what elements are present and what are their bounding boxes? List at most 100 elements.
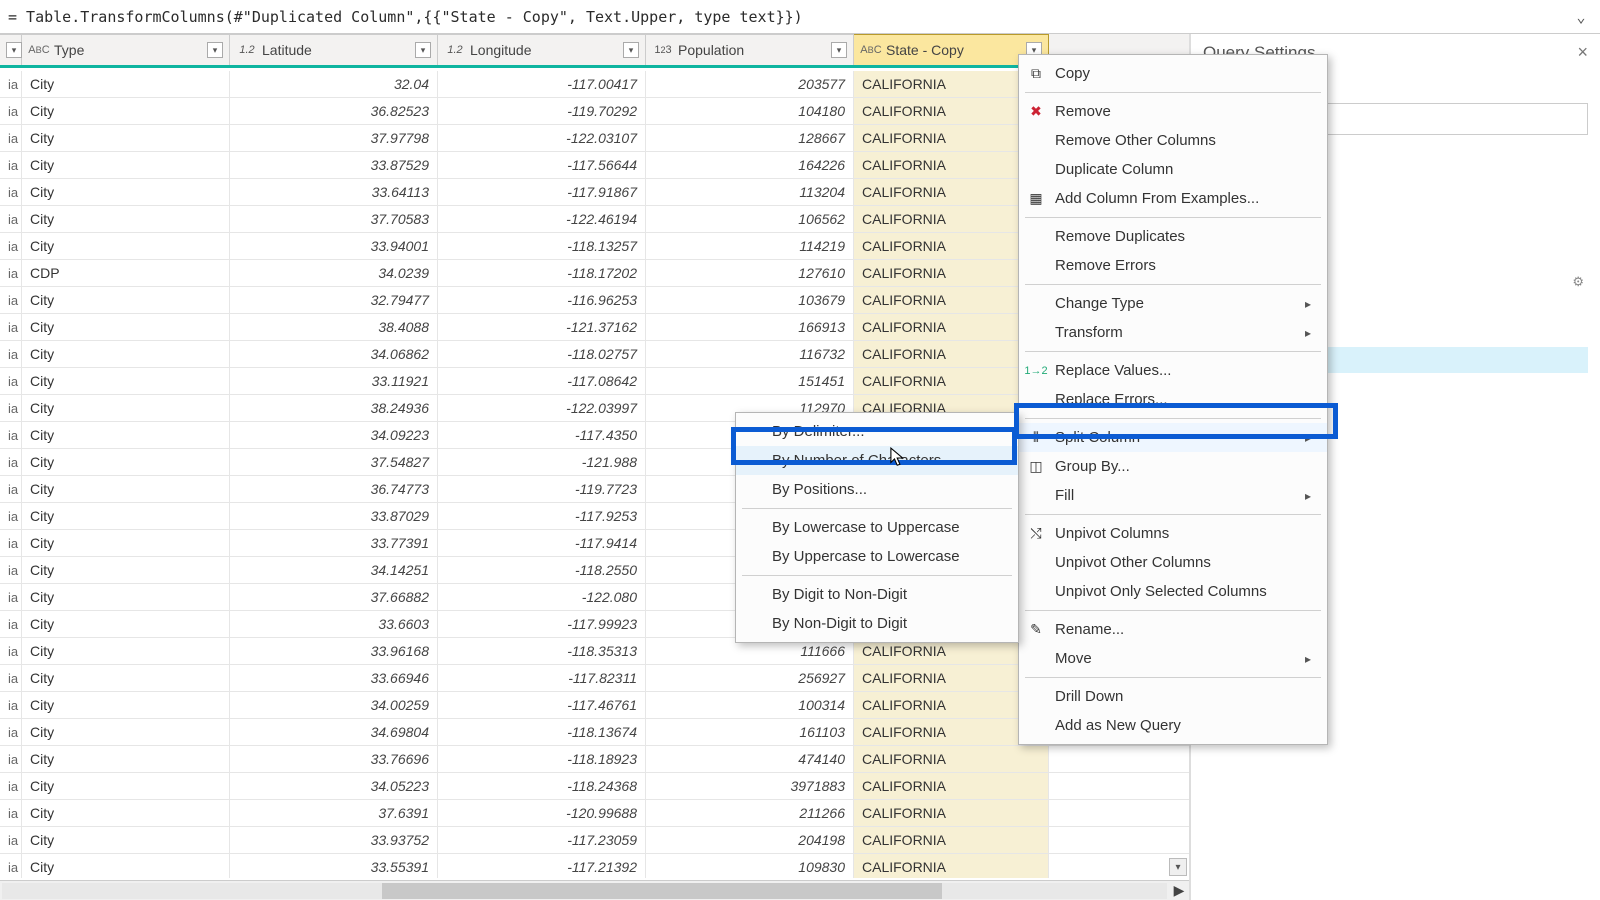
gear-icon[interactable]: ⚙ <box>1572 274 1584 290</box>
replace-values-menu-item[interactable]: 1→2 Replace Values... <box>1019 356 1327 385</box>
population-column-header[interactable]: 123 Population ▾ <box>646 34 854 65</box>
remove-menu-item[interactable]: ✖ Remove <box>1019 97 1327 126</box>
split-column-menu-item[interactable]: ⫴ Split Column ▸ <box>1019 423 1327 452</box>
latitude-cell: 34.09223 <box>230 422 438 448</box>
latitude-cell: 33.77391 <box>230 530 438 556</box>
filter-dropdown-icon[interactable]: ▾ <box>623 42 639 58</box>
add-as-new-query-menu-item[interactable]: Add as New Query <box>1019 711 1327 740</box>
type-column-header[interactable]: ABC Type ▾ <box>22 34 230 65</box>
filter-dropdown-icon[interactable]: ▾ <box>831 42 847 58</box>
menu-label: Remove Other Columns <box>1055 132 1216 149</box>
table-row[interactable]: iaCity34.06862-118.02757116732CALIFORNIA <box>0 341 1189 368</box>
longitude-cell: -118.18923 <box>438 746 646 772</box>
latitude-cell: 37.70583 <box>230 206 438 232</box>
change-type-menu-item[interactable]: Change Type ▸ <box>1019 289 1327 318</box>
menu-label: By Delimiter... <box>772 423 865 440</box>
menu-label: Fill <box>1055 487 1074 504</box>
by-lower-upper-menu-item[interactable]: By Lowercase to Uppercase <box>736 513 1018 542</box>
group-by-menu-item[interactable]: ◫ Group By... <box>1019 452 1327 481</box>
table-row[interactable]: iaCity34.69804-118.13674161103CALIFORNIA <box>0 719 1189 746</box>
stub-header: ▾ <box>0 34 22 65</box>
population-cell: 106562 <box>646 206 854 232</box>
close-icon[interactable]: × <box>1577 42 1588 63</box>
table-row[interactable]: iaCity37.97798-122.03107128667CALIFORNIA <box>0 125 1189 152</box>
by-delimiter-menu-item[interactable]: By Delimiter... <box>736 417 1018 446</box>
latitude-cell: 36.82523 <box>230 98 438 124</box>
by-nondigit-digit-menu-item[interactable]: By Non-Digit to Digit <box>736 609 1018 638</box>
table-row[interactable]: iaCity33.93752-117.23059204198CALIFORNIA <box>0 827 1189 854</box>
type-cell: City <box>22 314 230 340</box>
latitude-column-header[interactable]: 1.2 Latitude ▾ <box>230 34 438 65</box>
table-row[interactable]: iaCity33.55391-117.21392109830CALIFORNIA <box>0 854 1189 878</box>
type-cell: City <box>22 476 230 502</box>
menu-label: By Lowercase to Uppercase <box>772 519 960 536</box>
unpivot-selected-menu-item[interactable]: Unpivot Only Selected Columns <box>1019 577 1327 606</box>
table-row[interactable]: iaCity33.66946-117.82311256927CALIFORNIA <box>0 665 1189 692</box>
stub-cell: ia <box>0 611 22 637</box>
unpivot-columns-menu-item[interactable]: ⤭ Unpivot Columns <box>1019 519 1327 548</box>
menu-label: Split Column <box>1055 429 1140 446</box>
decimal-type-icon: 1.2 <box>444 41 466 59</box>
longitude-cell: -122.03107 <box>438 125 646 151</box>
latitude-cell: 33.96168 <box>230 638 438 664</box>
table-row[interactable]: iaCity33.11921-117.08642151451CALIFORNIA <box>0 368 1189 395</box>
table-row[interactable]: iaCity33.94001-118.13257114219CALIFORNIA <box>0 233 1189 260</box>
scroll-right-icon[interactable]: ▶ <box>1169 881 1189 900</box>
by-upper-lower-menu-item[interactable]: By Uppercase to Lowercase <box>736 542 1018 571</box>
population-cell: 203577 <box>646 71 854 97</box>
add-column-examples-menu-item[interactable]: ▦ Add Column From Examples... <box>1019 184 1327 213</box>
table-row[interactable]: iaCity32.79477-116.96253103679CALIFORNIA <box>0 287 1189 314</box>
stub-cell: ia <box>0 368 22 394</box>
formula-expand-icon[interactable]: ⌄ <box>1570 8 1592 26</box>
longitude-cell: -117.23059 <box>438 827 646 853</box>
latitude-cell: 37.54827 <box>230 449 438 475</box>
move-menu-item[interactable]: Move ▸ <box>1019 644 1327 673</box>
stub-cell: ia <box>0 449 22 475</box>
by-digit-nondigit-menu-item[interactable]: By Digit to Non-Digit <box>736 580 1018 609</box>
filter-dropdown-icon[interactable]: ▾ <box>415 42 431 58</box>
table-row[interactable]: iaCity33.76696-118.18923474140CALIFORNIA <box>0 746 1189 773</box>
by-positions-menu-item[interactable]: By Positions... <box>736 475 1018 504</box>
by-number-characters-menu-item[interactable]: By Number of Characters... <box>736 446 1018 475</box>
table-row[interactable]: iaCity32.04-117.00417203577CALIFORNIA <box>0 71 1189 98</box>
fill-menu-item[interactable]: Fill ▸ <box>1019 481 1327 510</box>
type-cell: CDP <box>22 260 230 286</box>
table-row[interactable]: iaCity37.70583-122.46194106562CALIFORNIA <box>0 206 1189 233</box>
longitude-column-header[interactable]: 1.2 Longitude ▾ <box>438 34 646 65</box>
menu-label: Group By... <box>1055 458 1130 475</box>
formula-text[interactable]: = Table.TransformColumns(#"Duplicated Co… <box>8 8 1570 26</box>
table-row[interactable]: iaCity38.4088-121.37162166913CALIFORNIA <box>0 314 1189 341</box>
rename-menu-item[interactable]: ✎ Rename... <box>1019 615 1327 644</box>
longitude-cell: -117.21392 <box>438 854 646 878</box>
filter-dropdown-icon[interactable]: ▾ <box>207 42 223 58</box>
duplicate-column-menu-item[interactable]: Duplicate Column <box>1019 155 1327 184</box>
table-row[interactable]: iaCity34.05223-118.243683971883CALIFORNI… <box>0 773 1189 800</box>
scroll-down-button[interactable]: ▾ <box>1169 858 1187 876</box>
filter-dropdown-icon[interactable]: ▾ <box>6 42 22 58</box>
remove-other-menu-item[interactable]: Remove Other Columns <box>1019 126 1327 155</box>
remove-errors-menu-item[interactable]: Remove Errors <box>1019 251 1327 280</box>
table-row[interactable]: iaCity33.64113-117.91867113204CALIFORNIA <box>0 179 1189 206</box>
transform-menu-item[interactable]: Transform ▸ <box>1019 318 1327 347</box>
scroll-thumb[interactable] <box>382 883 942 899</box>
type-cell: City <box>22 827 230 853</box>
table-row[interactable]: iaCity36.82523-119.70292104180CALIFORNIA <box>0 98 1189 125</box>
latitude-cell: 33.87029 <box>230 503 438 529</box>
replace-errors-menu-item[interactable]: Replace Errors... <box>1019 385 1327 414</box>
table-row[interactable]: iaCity34.00259-117.46761100314CALIFORNIA <box>0 692 1189 719</box>
table-row[interactable]: iaCDP34.0239-118.17202127610CALIFORNIA <box>0 260 1189 287</box>
type-cell: City <box>22 800 230 826</box>
drill-down-menu-item[interactable]: Drill Down <box>1019 682 1327 711</box>
horizontal-scrollbar[interactable]: ▶ <box>0 880 1189 900</box>
table-row[interactable]: iaCity37.6391-120.99688211266CALIFORNIA <box>0 800 1189 827</box>
formula-bar: = Table.TransformColumns(#"Duplicated Co… <box>0 0 1600 34</box>
copy-menu-item[interactable]: ⧉ Copy <box>1019 59 1327 88</box>
scroll-track[interactable] <box>2 883 1167 899</box>
population-cell: 114219 <box>646 233 854 259</box>
copy-icon: ⧉ <box>1027 65 1045 83</box>
type-cell: City <box>22 773 230 799</box>
remove-duplicates-menu-item[interactable]: Remove Duplicates <box>1019 222 1327 251</box>
table-row[interactable]: iaCity33.87529-117.56644164226CALIFORNIA <box>0 152 1189 179</box>
population-cell: 128667 <box>646 125 854 151</box>
unpivot-other-menu-item[interactable]: Unpivot Other Columns <box>1019 548 1327 577</box>
